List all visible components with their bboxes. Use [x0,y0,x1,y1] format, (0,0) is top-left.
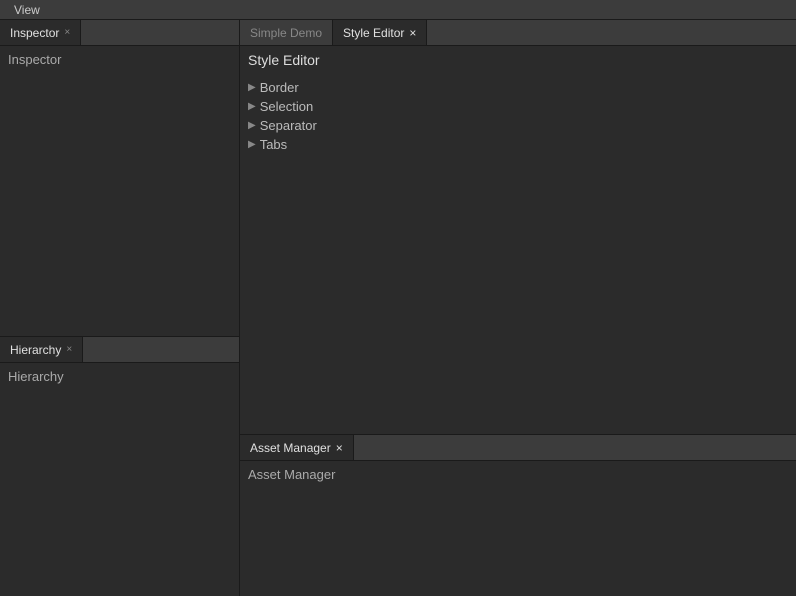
inspector-tab-bar: Inspector × [0,20,239,46]
tree-item-tabs[interactable]: ▶ Tabs [248,135,788,154]
asset-manager-label: Asset Manager [248,467,335,482]
right-top: Simple Demo Style Editor × Style Editor … [240,20,796,434]
tab-simple-demo[interactable]: Simple Demo [240,20,333,45]
inspector-label: Inspector [8,52,61,67]
hierarchy-close-icon[interactable]: × [66,344,72,355]
left-panel: Inspector × Inspector Hierarchy × Hierar… [0,20,240,596]
asset-manager-content: Asset Manager [240,461,796,596]
tree-item-separator[interactable]: ▶ Separator [248,116,788,135]
style-editor-title: Style Editor [248,52,788,68]
tab-hierarchy[interactable]: Hierarchy × [0,337,83,362]
tree-label-separator: Separator [260,118,317,133]
main-layout: Inspector × Inspector Hierarchy × Hierar… [0,20,796,596]
hierarchy-tab-label: Hierarchy [10,343,61,357]
arrow-tabs: ▶ [248,139,256,150]
inspector-close-icon[interactable]: × [64,27,70,38]
hierarchy-section: Hierarchy × Hierarchy [0,336,239,596]
tree-item-border[interactable]: ▶ Border [248,78,788,97]
style-editor-content: Style Editor ▶ Border ▶ Selection ▶ Sepa… [240,46,796,434]
hierarchy-panel-content: Hierarchy [0,363,239,596]
style-editor-tab-label: Style Editor [343,26,404,40]
arrow-separator: ▶ [248,120,256,131]
asset-manager-tab-bar: Asset Manager × [240,435,796,461]
right-panel: Simple Demo Style Editor × Style Editor … [240,20,796,596]
simple-demo-tab-label: Simple Demo [250,26,322,40]
arrow-selection: ▶ [248,101,256,112]
menu-bar: View [0,0,796,20]
inspector-panel-content: Inspector [0,46,239,336]
tree-label-tabs: Tabs [260,137,287,152]
inspector-tab-label: Inspector [10,26,59,40]
tab-asset-manager[interactable]: Asset Manager × [240,435,354,460]
right-bottom: Asset Manager × Asset Manager [240,434,796,596]
asset-manager-tab-label: Asset Manager [250,441,331,455]
right-top-tab-bar: Simple Demo Style Editor × [240,20,796,46]
tab-inspector[interactable]: Inspector × [0,20,81,45]
menu-item-view[interactable]: View [8,3,46,17]
hierarchy-tab-bar: Hierarchy × [0,337,239,363]
asset-manager-close-icon[interactable]: × [336,441,343,455]
tree-item-selection[interactable]: ▶ Selection [248,97,788,116]
hierarchy-label: Hierarchy [8,369,64,384]
tree-label-border: Border [260,80,299,95]
tab-style-editor[interactable]: Style Editor × [333,20,427,45]
style-editor-close-icon[interactable]: × [409,26,416,40]
arrow-border: ▶ [248,82,256,93]
tree-label-selection: Selection [260,99,313,114]
inspector-section: Inspector × Inspector [0,20,239,336]
